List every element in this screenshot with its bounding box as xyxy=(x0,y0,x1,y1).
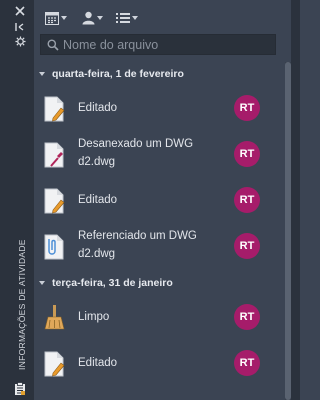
toolbar xyxy=(34,0,285,34)
user-filter-button[interactable] xyxy=(82,10,103,26)
activity-clipboard-icon[interactable] xyxy=(14,381,26,395)
user-filter-icon xyxy=(82,11,95,25)
file-name: d2.dwg xyxy=(78,248,116,260)
list-item[interactable]: Referenciado um DWG d2.dwg RT xyxy=(34,223,285,269)
activity-text: Editado xyxy=(78,357,118,369)
edited-document-icon xyxy=(44,188,65,214)
purge-broom-icon xyxy=(44,305,65,330)
avatar[interactable]: RT xyxy=(234,187,260,213)
settings-icon[interactable] xyxy=(12,34,28,48)
activity-text: Limpo xyxy=(78,311,110,323)
collapse-caret-icon[interactable] xyxy=(39,281,45,285)
avatar[interactable]: RT xyxy=(234,95,260,121)
search-input[interactable] xyxy=(63,36,271,54)
referenced-document-icon xyxy=(44,234,64,260)
activity-panel: quarta-feira, 1 de fevereiro Editado RT … xyxy=(34,0,285,400)
group-label: quarta-feira, 1 de fevereiro xyxy=(52,68,184,80)
detached-document-icon xyxy=(44,142,64,168)
avatar[interactable]: RT xyxy=(234,350,260,376)
auto-hide-icon[interactable] xyxy=(12,20,28,34)
edited-document-icon xyxy=(44,96,65,122)
list-item[interactable]: Editado RT xyxy=(34,85,285,131)
edited-document-icon xyxy=(44,351,65,377)
activity-text: Referenciado um DWG xyxy=(78,230,197,242)
avatar[interactable]: RT xyxy=(234,233,260,259)
search-box[interactable] xyxy=(40,34,276,55)
avatar[interactable]: RT xyxy=(234,304,260,330)
palette-title: INFORMAÇÕES DE ATIVIDADE xyxy=(17,239,27,370)
activity-text: Desanexado um DWG xyxy=(78,138,194,150)
activity-list: quarta-feira, 1 de fevereiro Editado RT … xyxy=(34,62,285,400)
close-icon[interactable] xyxy=(12,4,28,18)
chevron-down-icon xyxy=(97,16,103,20)
list-item[interactable]: Limpo RT xyxy=(34,294,285,340)
view-options-button[interactable] xyxy=(116,10,138,26)
group-label: terça-feira, 31 de janeiro xyxy=(52,277,173,289)
date-filter-button[interactable] xyxy=(45,10,67,26)
palette-title-bar[interactable]: INFORMAÇÕES DE ATIVIDADE xyxy=(0,0,34,400)
chevron-down-icon xyxy=(61,16,67,20)
activity-text: Editado xyxy=(78,102,118,114)
file-name: d2.dwg xyxy=(78,156,116,168)
list-view-icon xyxy=(116,13,130,23)
activity-insights-palette: INFORMAÇÕES DE ATIVIDADE Nome do arquivo… xyxy=(0,0,300,400)
search-icon xyxy=(47,39,59,51)
calendar-filter-icon xyxy=(45,11,59,25)
list-item[interactable]: Desanexado um DWG d2.dwg RT xyxy=(34,131,285,177)
group-header-tuesday[interactable]: terça-feira, 31 de janeiro xyxy=(34,273,285,293)
group-header-wednesday[interactable]: quarta-feira, 1 de fevereiro xyxy=(34,64,285,84)
panel-border xyxy=(291,0,300,400)
avatar[interactable]: RT xyxy=(234,141,260,167)
list-item[interactable]: Editado RT xyxy=(34,340,285,386)
chevron-down-icon xyxy=(132,16,138,20)
list-item[interactable]: Editado RT xyxy=(34,177,285,223)
collapse-caret-icon[interactable] xyxy=(39,72,45,76)
activity-text: Editado xyxy=(78,194,118,206)
